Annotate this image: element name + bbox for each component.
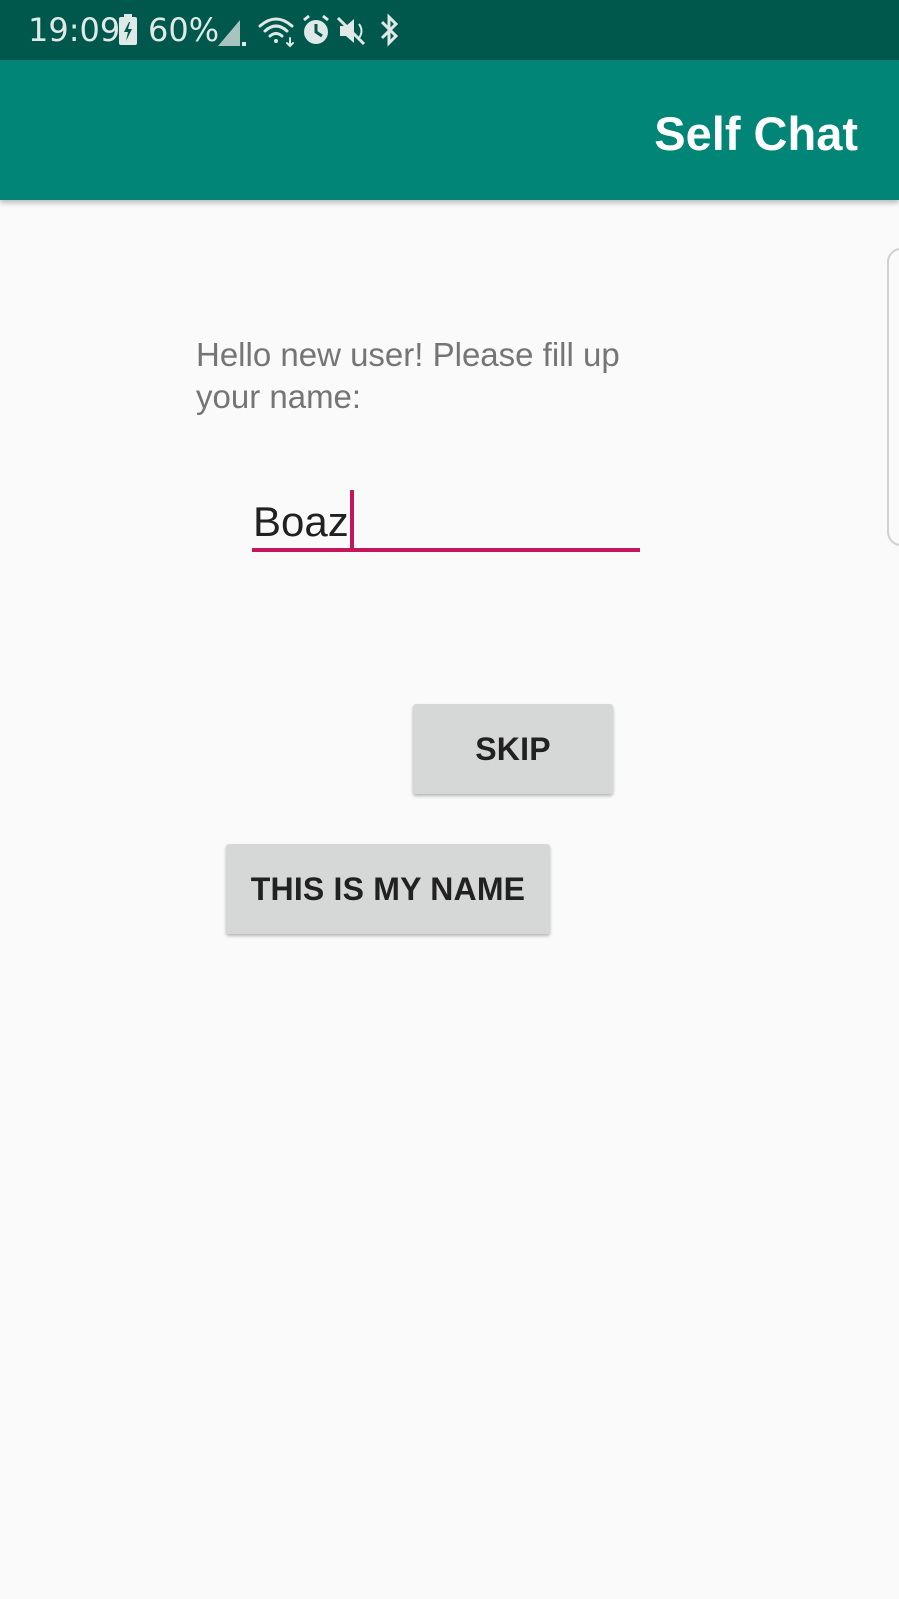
- edge-panel-handle[interactable]: [887, 248, 899, 546]
- alarm-icon: [303, 14, 329, 44]
- status-icons-group: [218, 13, 399, 48]
- status-bar: 19:09 60%: [0, 0, 899, 60]
- mute-icon: [336, 16, 366, 46]
- app-title: Self Chat: [654, 107, 858, 160]
- battery-percent: 60%: [148, 11, 220, 49]
- bluetooth-icon: [380, 13, 399, 47]
- signal-icon: [218, 20, 246, 46]
- battery-charging-icon: [119, 14, 137, 45]
- text-cursor: [349, 490, 354, 548]
- name-prompt: Hello new user! Please fill up your name…: [196, 336, 620, 415]
- status-time: 19:09: [28, 11, 121, 49]
- app-bar: Self Chat: [0, 60, 899, 200]
- name-input[interactable]: Boaz: [252, 480, 640, 552]
- this-is-my-name-button[interactable]: THIS IS MY NAME: [226, 844, 550, 934]
- screen: 19:09 60% Self Chat Hello new user! Plea…: [0, 0, 899, 1599]
- name-input-value[interactable]: Boaz: [253, 490, 354, 548]
- skip-button[interactable]: SKIP: [413, 704, 613, 794]
- wifi-icon: [258, 17, 294, 48]
- name-input-text: Boaz: [253, 498, 349, 545]
